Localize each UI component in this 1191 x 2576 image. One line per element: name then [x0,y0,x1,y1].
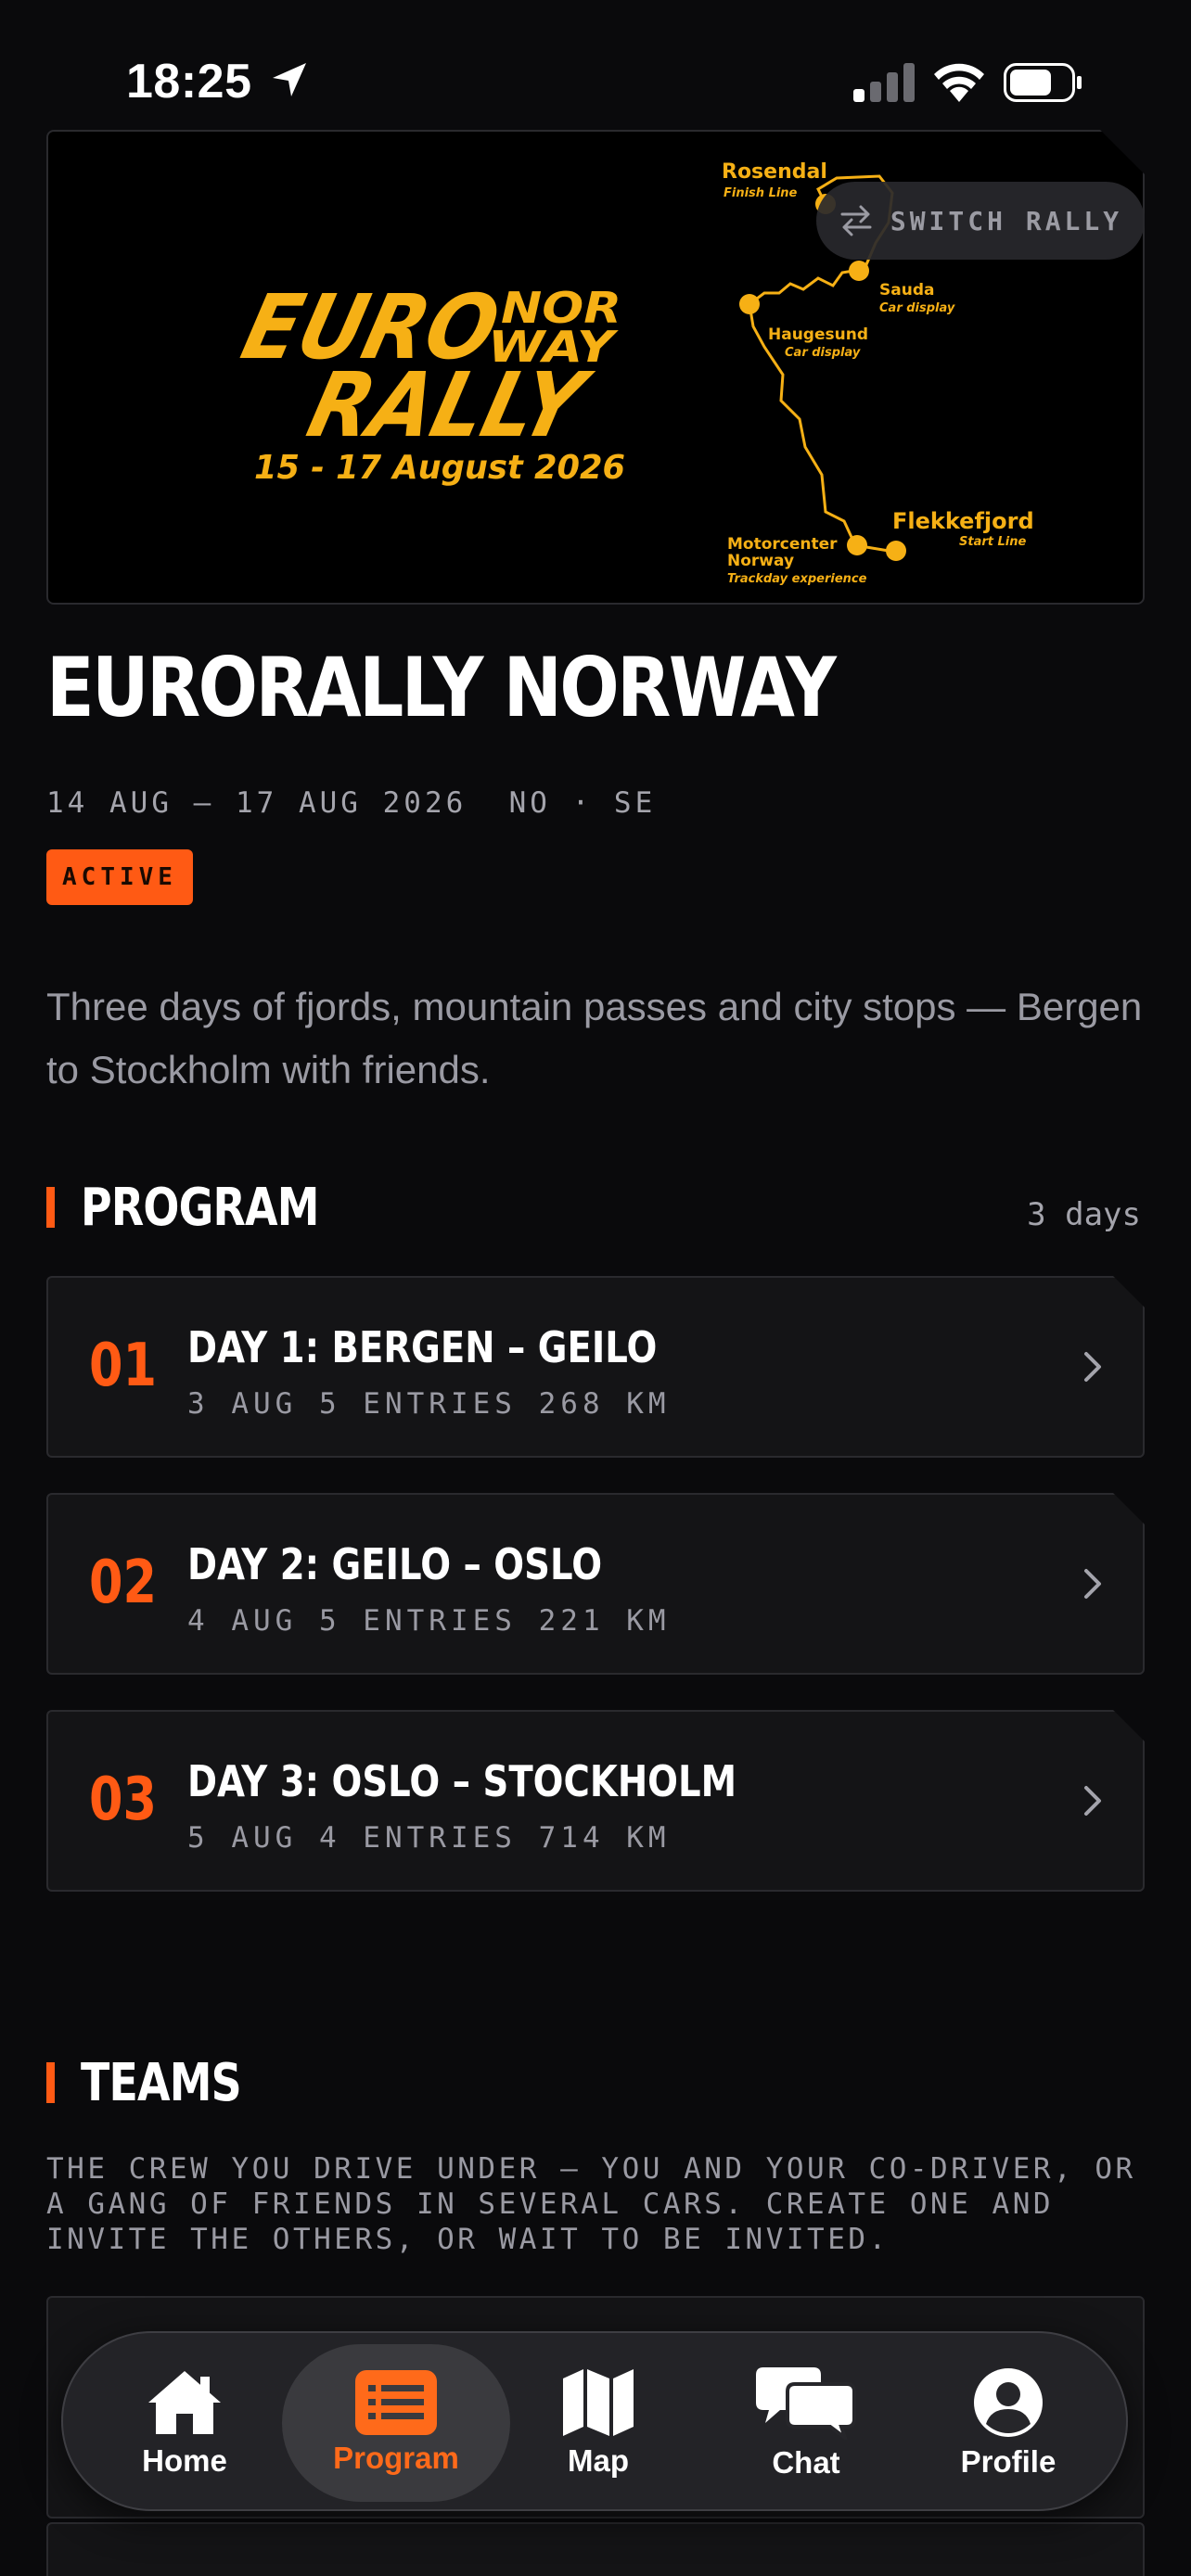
tab-label: Profile [960,2444,1057,2479]
map-sub-sauda: Car display [879,301,955,315]
section-accent-bar [46,1187,55,1228]
status-time: 18:25 [126,55,252,108]
map-label-rosendal: Rosendal [722,160,827,184]
day-meta: 5 AUG 4 ENTRIES 714 KM [187,1821,671,1855]
tab-chat[interactable]: Chat [699,2344,913,2502]
list-icon [355,2370,437,2435]
home-icon [148,2371,221,2434]
rally-dates-countries: 14 AUG — 17 AUG 2026 NO · SE [46,786,657,820]
cellular-signal-icon [853,63,915,102]
chevron-right-icon [1084,1352,1101,1382]
tab-label: Home [142,2443,227,2478]
chat-icon [756,2367,856,2440]
day-card-3[interactable]: 03 DAY 3: OSLO – STOCKHOLM 5 AUG 4 ENTRI… [46,1710,1145,1892]
tab-map[interactable]: Map [492,2344,705,2502]
teams-section-header: TEAMS [46,2052,276,2113]
rally-description: Three days of fjords, mountain passes an… [46,985,1143,1091]
day-number: 02 [89,1549,158,1617]
program-heading: PROGRAM [81,1177,319,1238]
chevron-right-icon [1084,1786,1101,1816]
status-badge: ACTIVE [46,849,193,905]
swap-arrows-icon [840,205,872,236]
location-arrow-icon [273,63,306,96]
program-section-header: PROGRAM [46,1177,371,1238]
status-bar: 18:25 [0,0,1191,139]
logo-rally: RALLY [299,353,600,456]
team-card[interactable] [46,2522,1145,2576]
map-label-haugesund: Haugesund [768,325,868,344]
tab-program[interactable]: Program [282,2344,510,2502]
map-sub-haugesund: Car display [785,346,861,360]
map-sub-flekkefjord: Start Line [959,535,1026,549]
switch-rally-button[interactable]: SWITCH RALLY [816,182,1145,260]
eurorally-logo: EURO NOR WAY RALLY 15 - 17 August 2026 [233,275,625,487]
map-sub-rosendal: Finish Line [724,186,798,200]
day-number: 03 [89,1766,158,1834]
day-meta: 4 AUG 5 ENTRIES 221 KM [187,1604,671,1638]
logo-dates: 15 - 17 August 2026 [254,449,625,487]
day-card-1[interactable]: 01 DAY 1: BERGEN – GEILO 3 AUG 5 ENTRIES… [46,1276,1145,1458]
tab-home[interactable]: Home [78,2344,291,2502]
rally-title: EURORALLY NORWAY [46,640,837,735]
switch-rally-label: SWITCH RALLY [890,205,1123,236]
teams-description: THE CREW YOU DRIVE UNDER — YOU AND YOUR … [46,2152,1136,2256]
program-day-count: 3 days [1027,1196,1141,1233]
map-label-sauda: Sauda [879,281,934,300]
map-label-motorcenter: Motorcenter [727,535,838,554]
teams-heading: TEAMS [81,2052,242,2113]
day-title: DAY 1: BERGEN – GEILO [187,1322,658,1372]
tab-label: Chat [772,2445,840,2480]
day-title: DAY 3: OSLO – STOCKHOLM [187,1756,737,1806]
tab-label: Map [568,2443,629,2478]
day-meta: 3 AUG 5 ENTRIES 268 KM [187,1387,671,1421]
day-title: DAY 2: GEILO – OSLO [187,1539,603,1589]
map-icon [563,2369,634,2436]
status-badge-label: ACTIVE [62,863,177,891]
day-number: 01 [89,1332,158,1400]
tab-bar: Home Program Map Chat Profile [61,2331,1128,2511]
map-label-motorcenter-2: Norway [727,552,794,570]
battery-icon [1004,63,1082,102]
chevron-right-icon [1084,1569,1101,1599]
day-card-2[interactable]: 02 DAY 2: GEILO – OSLO 4 AUG 5 ENTRIES 2… [46,1493,1145,1675]
wifi-icon [934,63,984,102]
map-label-flekkefjord: Flekkefjord [892,508,1034,534]
section-accent-bar [46,2062,55,2103]
person-icon [974,2368,1043,2437]
map-sub-motorcenter: Trackday experience [727,572,867,586]
tab-label: Program [333,2441,459,2475]
tab-profile[interactable]: Profile [902,2344,1115,2502]
